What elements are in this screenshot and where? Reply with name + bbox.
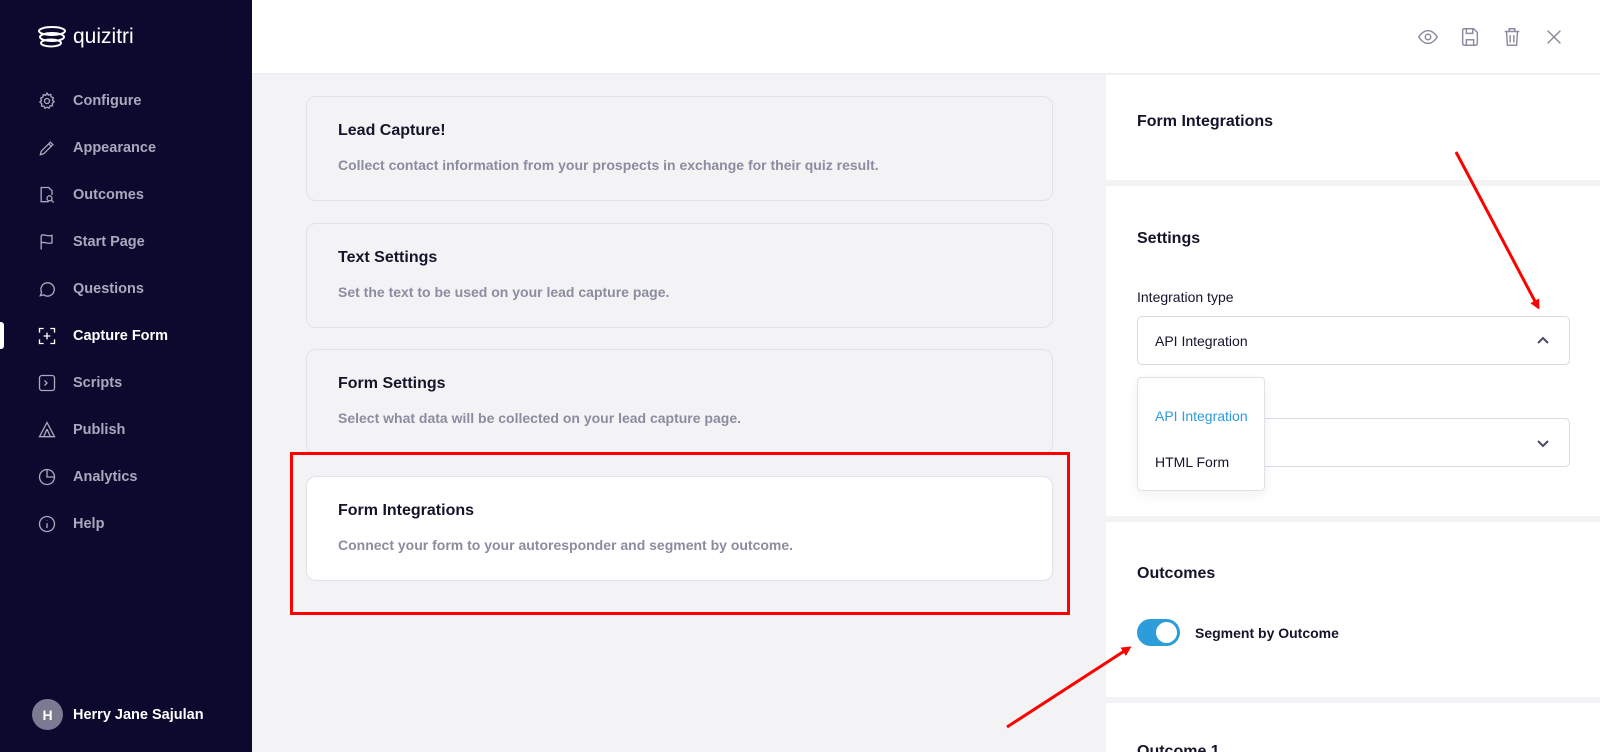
sidebar-item-capture-form[interactable]: Capture Form — [0, 312, 252, 359]
sidebar-item-label: Questions — [73, 280, 144, 297]
card-title: Form Integrations — [338, 502, 475, 519]
pie-chart-icon — [37, 467, 57, 487]
card-description: Set the text to be used on your lead cap… — [338, 284, 670, 300]
card-title: Form Settings — [338, 375, 446, 392]
trash-icon[interactable] — [1500, 25, 1524, 49]
panel-outcome-1-section: Outcome 1 — [1106, 703, 1600, 752]
integration-type-label: Integration type — [1137, 289, 1234, 305]
dropdown-option-api-integration[interactable]: API Integration — [1155, 408, 1248, 424]
sidebar-item-label: Publish — [73, 421, 126, 438]
integration-type-select[interactable]: API Integration — [1137, 316, 1570, 365]
user-name: Herry Jane Sajulan — [73, 706, 204, 723]
panel-header-section: Form Integrations — [1106, 75, 1600, 180]
gear-icon — [37, 91, 57, 111]
capture-icon — [37, 326, 57, 346]
card-form-settings[interactable]: Form Settings Select what data will be c… — [306, 349, 1053, 454]
sidebar-item-questions[interactable]: Questions — [0, 265, 252, 312]
sidebar-item-label: Configure — [73, 92, 142, 109]
card-description: Collect contact information from your pr… — [338, 157, 879, 173]
card-text-settings[interactable]: Text Settings Set the text to be used on… — [306, 223, 1053, 328]
chat-bubble-icon — [37, 279, 57, 299]
triangle-icon — [37, 420, 57, 440]
card-title: Lead Capture! — [338, 122, 446, 139]
brand-logo[interactable]: quizitri — [37, 24, 134, 50]
save-icon[interactable] — [1458, 25, 1482, 49]
info-icon — [37, 514, 57, 534]
sidebar-item-label: Analytics — [73, 468, 138, 485]
close-icon[interactable] — [1542, 25, 1566, 49]
card-description: Connect your form to your autoresponder … — [338, 537, 794, 553]
dropdown-option-html-form[interactable]: HTML Form — [1155, 454, 1229, 470]
top-actions — [1416, 25, 1566, 49]
chevron-up-icon — [1535, 333, 1551, 349]
settings-title: Settings — [1137, 230, 1201, 247]
pencil-icon — [37, 138, 57, 158]
panel-title: Form Integrations — [1137, 113, 1274, 130]
panel-outcomes-section: Outcomes Segment by Outcome — [1106, 522, 1600, 697]
eye-icon[interactable] — [1416, 25, 1440, 49]
user-profile[interactable]: H Herry Jane Sajulan — [32, 699, 204, 730]
sidebar-nav: Configure Appearance Outcomes Start Page… — [0, 77, 252, 547]
sidebar-item-label: Appearance — [73, 139, 157, 156]
integration-type-dropdown: API Integration HTML Form — [1137, 377, 1265, 491]
sidebar-item-configure[interactable]: Configure — [0, 77, 252, 124]
sidebar-item-label: Capture Form — [73, 327, 169, 344]
sidebar: quizitri Configure Appearance Outcomes S… — [0, 0, 252, 752]
sidebar-item-help[interactable]: Help — [0, 500, 252, 547]
sidebar-item-label: Outcomes — [73, 186, 144, 203]
segment-by-outcome-toggle[interactable] — [1137, 619, 1180, 646]
chevron-down-icon — [1535, 435, 1551, 451]
card-form-integrations[interactable]: Form Integrations Connect your form to y… — [306, 476, 1053, 581]
top-bar — [252, 0, 1600, 74]
sidebar-item-label: Start Page — [73, 233, 145, 250]
logo-icon — [38, 26, 66, 48]
sidebar-item-outcomes[interactable]: Outcomes — [0, 171, 252, 218]
sidebar-item-scripts[interactable]: Scripts — [0, 359, 252, 406]
card-description: Select what data will be collected on yo… — [338, 410, 741, 426]
integration-type-value: API Integration — [1155, 332, 1248, 349]
document-search-icon — [37, 185, 57, 205]
toggle-knob — [1156, 622, 1177, 643]
brand-name: quizitri — [73, 25, 134, 48]
avatar: H — [32, 699, 63, 730]
card-lead-capture[interactable]: Lead Capture! Collect contact informatio… — [306, 96, 1053, 201]
sidebar-item-label: Scripts — [73, 374, 123, 391]
outcome-1-title: Outcome 1 — [1137, 743, 1220, 752]
segment-by-outcome-label: Segment by Outcome — [1195, 625, 1339, 641]
card-title: Text Settings — [338, 249, 438, 266]
flag-icon — [37, 232, 57, 252]
sidebar-item-appearance[interactable]: Appearance — [0, 124, 252, 171]
sidebar-item-start-page[interactable]: Start Page — [0, 218, 252, 265]
sidebar-item-analytics[interactable]: Analytics — [0, 453, 252, 500]
terminal-icon — [37, 373, 57, 393]
outcomes-title: Outcomes — [1137, 565, 1216, 582]
sidebar-item-label: Help — [73, 515, 105, 532]
sidebar-item-publish[interactable]: Publish — [0, 406, 252, 453]
